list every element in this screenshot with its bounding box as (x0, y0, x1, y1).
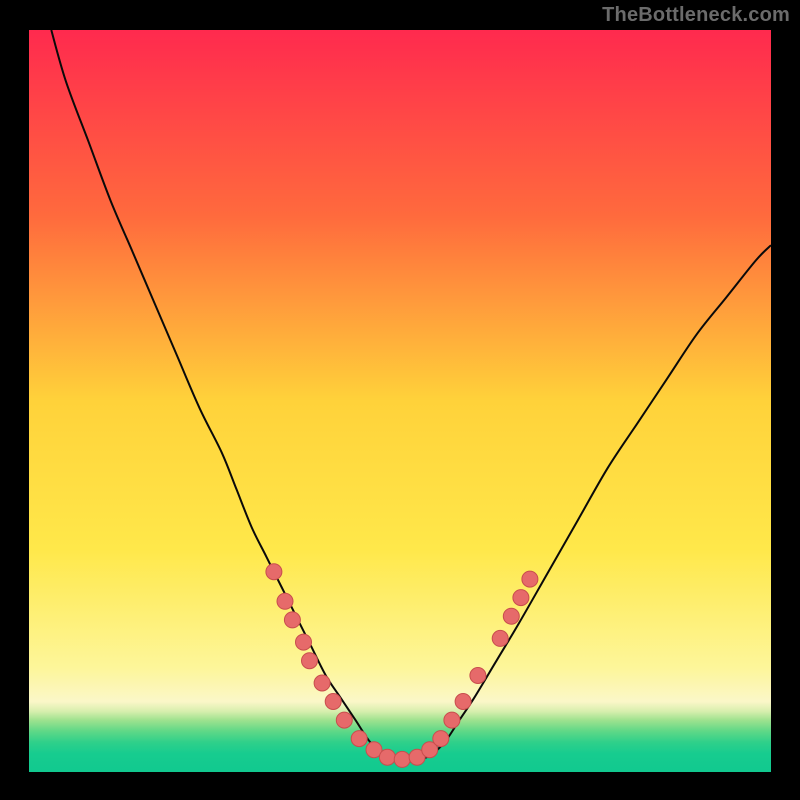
data-point (433, 731, 449, 747)
data-point (351, 731, 367, 747)
data-point (296, 634, 312, 650)
chart-stage: TheBottleneck.com (0, 0, 800, 800)
data-point (336, 712, 352, 728)
data-point (394, 751, 410, 767)
data-point (513, 590, 529, 606)
data-point (503, 608, 519, 624)
data-point (492, 630, 508, 646)
data-point (470, 668, 486, 684)
data-point (314, 675, 330, 691)
plot-background (29, 30, 771, 772)
chart-svg (0, 0, 800, 800)
data-point (522, 571, 538, 587)
data-point (284, 612, 300, 628)
data-point (266, 564, 282, 580)
data-point (277, 593, 293, 609)
data-point (325, 694, 341, 710)
data-point (379, 749, 395, 765)
data-point (455, 694, 471, 710)
data-point (302, 653, 318, 669)
data-point (444, 712, 460, 728)
